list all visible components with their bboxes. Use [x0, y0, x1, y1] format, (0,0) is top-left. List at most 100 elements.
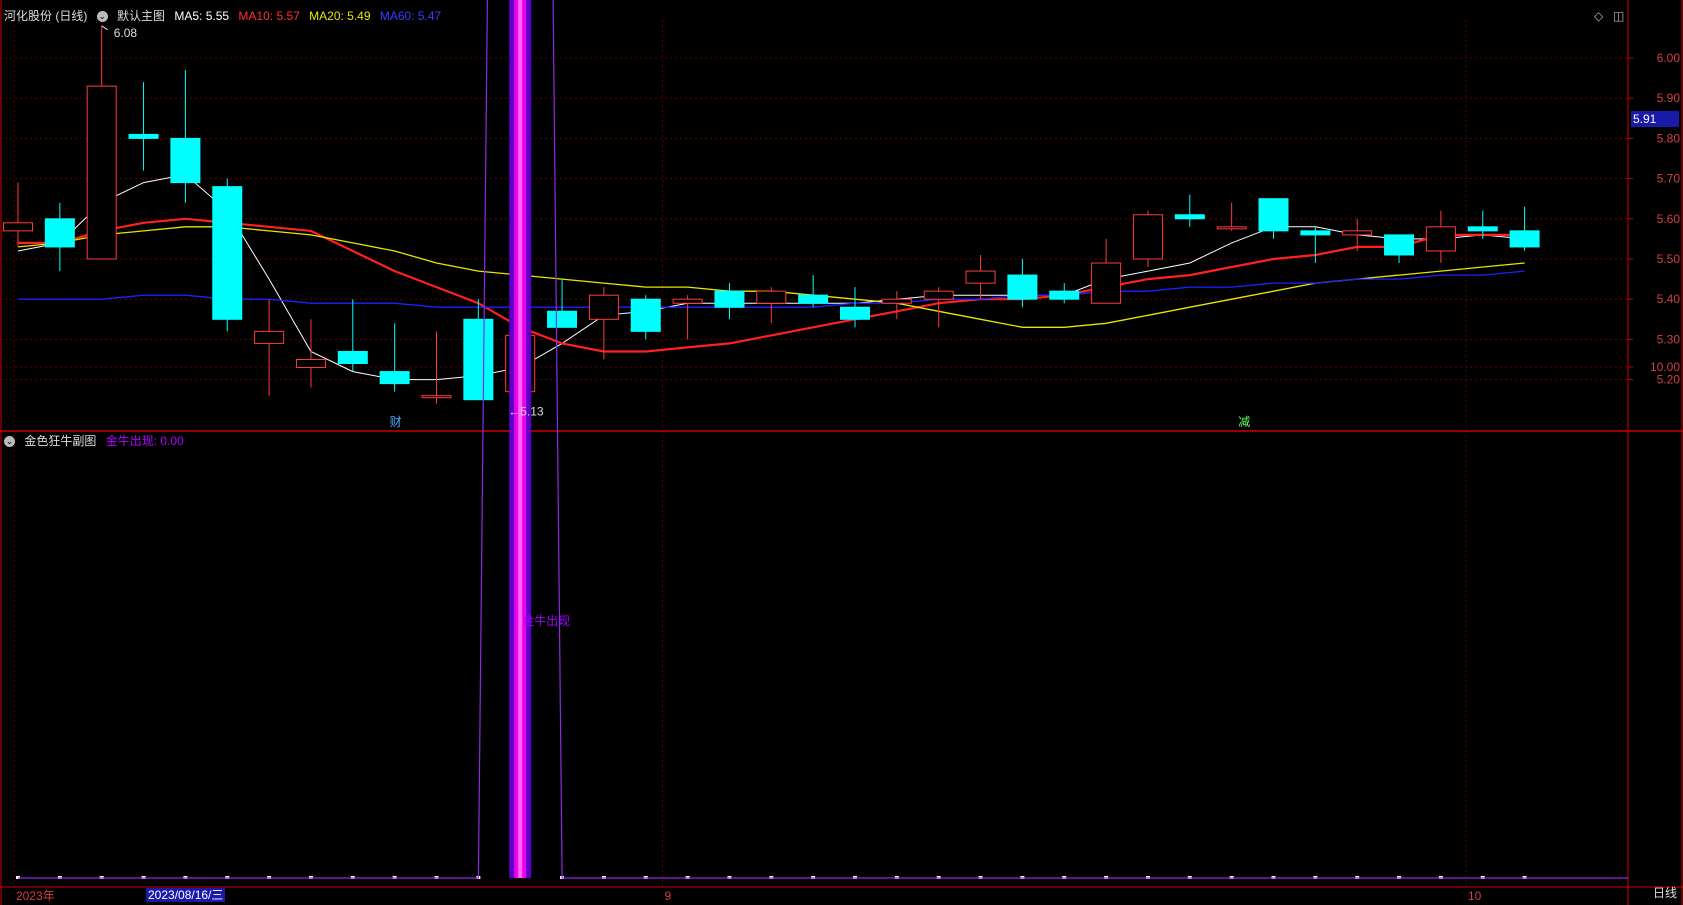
ma5-legend: MA5: 5.55	[174, 9, 230, 23]
x-axis: 2023年 9 10	[16, 889, 1482, 903]
candle	[337, 299, 368, 372]
candle	[86, 25, 117, 260]
candle	[965, 254, 996, 300]
candle	[547, 279, 578, 328]
candle-body	[1216, 226, 1247, 230]
price-tick-label: 5.30	[1657, 332, 1681, 346]
candle-body	[295, 359, 326, 369]
candle-body	[421, 395, 452, 399]
chart-canvas[interactable]: 5.20 5.30 5.40 5.50 5.60 5.70 5.80 5.90 6.00 10.…	[0, 0, 1683, 905]
year-label: 2023年	[16, 889, 55, 903]
price-tick-label: 5.20	[1657, 373, 1681, 387]
current-price-tag: 5.91	[1631, 111, 1679, 127]
diamond-icon[interactable]: ◇	[1594, 9, 1603, 23]
high-label: 6.08	[114, 26, 138, 40]
price-tick-label: 5.80	[1657, 131, 1681, 145]
candle	[923, 287, 954, 328]
candle-body	[1049, 290, 1080, 300]
candle-body	[44, 218, 75, 248]
ma-lines	[17, 174, 1525, 381]
candle-body	[672, 298, 703, 304]
candle	[1132, 210, 1163, 268]
candle-body	[630, 298, 661, 332]
bull-appear-label: 金牛出现	[522, 613, 570, 628]
window-icon[interactable]: ◫	[1613, 9, 1624, 23]
candle	[1509, 206, 1540, 251]
candle	[463, 299, 494, 401]
bull-baseline	[18, 0, 1628, 879]
chevron-down-icon[interactable]: ⌄	[4, 436, 15, 448]
ma-line-ma5	[17, 174, 1525, 381]
candle-body	[86, 85, 117, 260]
candle	[1216, 202, 1247, 231]
candle-body	[254, 330, 285, 344]
candle-body	[1342, 230, 1373, 236]
sub-chart-header: ⌄ 金色狂牛副图 金牛出现: 0.00	[4, 432, 190, 449]
selected-date-label: 2023/08/16/三	[146, 888, 226, 902]
month-label: 10	[1468, 889, 1482, 903]
candle-body	[463, 318, 494, 401]
candle	[672, 295, 703, 340]
chevron-down-icon[interactable]: ⌄	[96, 11, 108, 23]
gridlines	[0, 20, 1628, 887]
candle	[421, 331, 452, 404]
reduce-marker: 减	[1238, 415, 1250, 429]
sub-chart-label[interactable]: 金色狂牛副图	[24, 434, 96, 448]
candle-body	[128, 133, 159, 139]
price-tick-label: 5.90	[1657, 91, 1681, 105]
candle	[630, 295, 661, 340]
candle-body	[1300, 230, 1331, 236]
candle-body	[714, 290, 745, 308]
candle	[3, 182, 33, 247]
candle	[1049, 283, 1080, 304]
candle-body	[3, 222, 33, 232]
candle-body	[170, 137, 201, 184]
price-tick-label: 5.70	[1657, 172, 1681, 186]
bull-bar-core	[518, 0, 523, 878]
main-chart-header: 河化股份 (日线) ⌄ 默认主图 MA5: 5.55 MA10: 5.57 MA…	[4, 7, 447, 24]
price-tick-label: 5.40	[1657, 292, 1681, 306]
price-tick-label: 5.50	[1657, 252, 1681, 266]
candle-body	[1174, 214, 1205, 220]
price-axis: 5.20 5.30 5.40 5.50 5.60 5.70 5.80 5.90 6.00	[1628, 51, 1680, 387]
candle	[128, 82, 159, 171]
candle-body	[1384, 234, 1415, 256]
candle	[1174, 194, 1205, 227]
candle	[1300, 226, 1331, 264]
candle	[295, 319, 326, 388]
finance-marker: 财	[390, 415, 402, 429]
candle-body	[337, 350, 368, 365]
candle-body	[1509, 230, 1540, 248]
indicator-bars: 💰金牛出现	[16, 0, 1628, 879]
candle-body	[379, 371, 410, 385]
candle	[254, 299, 285, 396]
candle	[379, 323, 410, 392]
ma20-legend: MA20: 5.49	[309, 9, 371, 23]
price-tick-label: 6.00	[1657, 51, 1681, 65]
ma10-legend: MA10: 5.57	[238, 9, 300, 23]
candle	[212, 178, 243, 332]
candle	[756, 287, 787, 324]
candle	[714, 283, 745, 320]
candle-body	[547, 310, 578, 328]
candle-body	[1091, 262, 1122, 304]
candle-body	[1258, 198, 1289, 232]
period-label[interactable]: 日线	[1653, 884, 1677, 901]
candle-body	[1425, 226, 1456, 252]
candle-body	[965, 270, 996, 284]
indicator-tick-label: 10.00	[1650, 360, 1680, 374]
candle	[1258, 198, 1289, 239]
candle	[1384, 234, 1415, 264]
bull-indicator-legend: 金牛出现: 0.00	[105, 434, 184, 448]
candle-body	[212, 186, 243, 320]
stock-title[interactable]: 河化股份 (日线)	[4, 9, 87, 23]
candle	[1091, 238, 1122, 304]
candle-body	[923, 290, 954, 300]
price-tick-label: 5.60	[1657, 212, 1681, 226]
panel-borders	[0, 0, 1683, 905]
candle	[44, 202, 75, 272]
main-chart-label[interactable]: 默认主图	[117, 9, 165, 23]
candle-body	[798, 294, 829, 304]
candle	[170, 70, 201, 203]
candle-body	[588, 294, 619, 320]
